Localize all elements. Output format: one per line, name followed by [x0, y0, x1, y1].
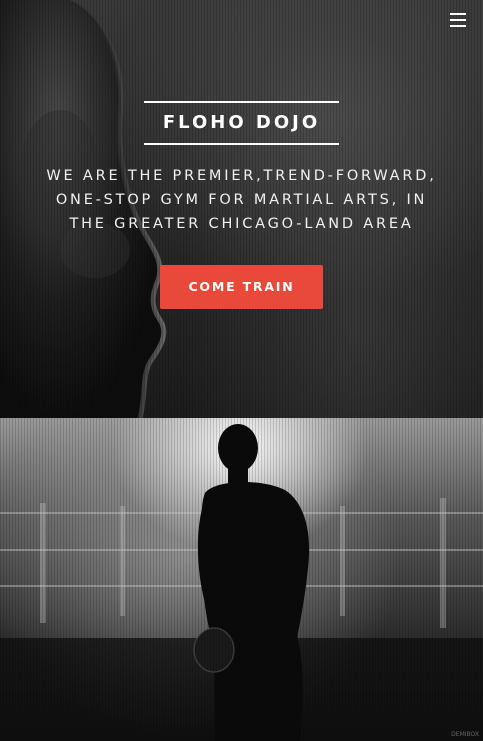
image-watermark: DEMIBOX	[451, 731, 479, 738]
menu-bar	[450, 19, 466, 21]
hero-tagline: WE ARE THE PREMIER,TREND-FORWARD, ONE-ST…	[20, 164, 463, 236]
fighter-image-section: DEMIBOX	[0, 418, 483, 741]
tagline-line: ONE-STOP GYM FOR MARTIAL ARTS, IN	[55, 192, 428, 208]
menu-bar	[450, 13, 466, 15]
hero-section: FLOHO DOJO WE ARE THE PREMIER,TREND-FORW…	[0, 0, 483, 418]
hamburger-menu-icon[interactable]	[450, 13, 466, 29]
come-train-button[interactable]: COME TRAIN	[160, 265, 323, 309]
tagline-line: WE ARE THE PREMIER,TREND-FORWARD,	[46, 168, 437, 184]
menu-bar	[450, 25, 466, 27]
brand-title: FLOHO DOJO	[144, 101, 339, 145]
page: FLOHO DOJO WE ARE THE PREMIER,TREND-FORW…	[0, 0, 483, 741]
fighter-silhouette-photo	[0, 424, 483, 741]
tagline-line: THE GREATER CHICAGO-LAND AREA	[69, 216, 414, 232]
